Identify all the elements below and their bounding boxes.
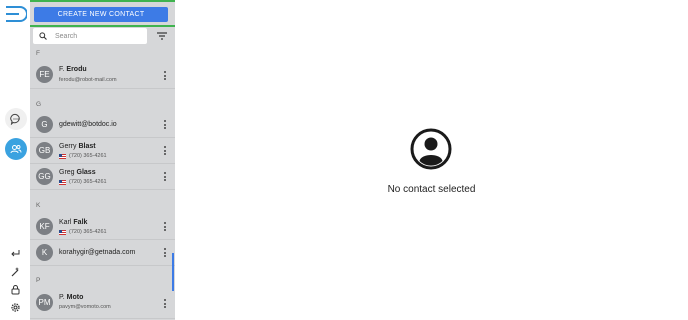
contact-row[interactable]: KF Karl Falk (720) 365-4261	[30, 214, 175, 240]
avatar: GG	[36, 168, 53, 185]
contact-row[interactable]: PM P. Moto pavym@vomoto.com	[30, 289, 175, 319]
search-placeholder: Search	[55, 32, 78, 40]
nav-chat-button[interactable]	[5, 108, 27, 130]
contact-name: F. Erodu	[59, 66, 87, 73]
more-options-icon[interactable]	[164, 120, 166, 129]
more-options-icon[interactable]	[164, 222, 166, 231]
contact-name: Karl Falk	[59, 219, 88, 226]
user-circle-icon	[410, 128, 452, 170]
logo-icon[interactable]	[5, 6, 27, 22]
contact-detail: (720) 365-4261	[59, 153, 107, 159]
search-input[interactable]: Search	[33, 28, 147, 44]
contact-detail: pavym@vomoto.com	[59, 304, 111, 310]
contact-email: gdewitt@botdoc.io	[59, 121, 117, 128]
scrollbar-thumb[interactable]	[172, 253, 174, 291]
section-letter: G	[36, 101, 42, 108]
lock-icon[interactable]	[10, 284, 21, 295]
contact-detail: ferodu@robot-mail.com	[59, 77, 117, 83]
contacts-panel: CREATE NEW CONTACT Search F FE F. Erodu …	[30, 0, 175, 320]
contact-name: Gerry Blast	[59, 143, 96, 150]
gear-icon[interactable]	[10, 302, 21, 313]
logout-icon[interactable]	[10, 248, 21, 259]
contact-row[interactable]: K korahygir@getnada.com	[30, 240, 175, 266]
contact-row[interactable]: GB Gerry Blast (720) 365-4261	[30, 138, 175, 164]
contact-detail: (720) 365-4261	[59, 229, 107, 235]
more-options-icon[interactable]	[164, 71, 166, 80]
section-letter: F	[36, 50, 40, 57]
avatar: PM	[36, 294, 53, 311]
contacts-icon	[10, 145, 22, 154]
contact-email: korahygir@getnada.com	[59, 249, 136, 256]
avatar: G	[36, 116, 53, 133]
contact-row[interactable]: FE F. Erodu ferodu@robot-mail.com	[30, 61, 175, 89]
filter-icon[interactable]	[156, 31, 168, 41]
more-options-icon[interactable]	[164, 172, 166, 181]
avatar: K	[36, 244, 53, 261]
create-new-contact-button[interactable]: CREATE NEW CONTACT	[34, 7, 168, 22]
search-icon	[39, 32, 47, 40]
nav-contacts-button[interactable]	[5, 138, 27, 160]
avatar: FE	[36, 66, 53, 83]
more-options-icon[interactable]	[164, 248, 166, 257]
contact-row[interactable]: G gdewitt@botdoc.io	[30, 112, 175, 138]
empty-state-text: No contact selected	[387, 184, 476, 195]
contact-name: P. Moto	[59, 294, 84, 301]
wand-icon[interactable]	[10, 266, 21, 277]
section-letter: P	[36, 277, 41, 284]
create-button-highlight: CREATE NEW CONTACT	[30, 0, 175, 27]
us-flag-icon	[59, 153, 66, 159]
us-flag-icon	[59, 229, 66, 235]
contact-name: Greg Glass	[59, 169, 96, 176]
nav-rail	[0, 0, 30, 320]
section-letter: K	[36, 202, 41, 209]
avatar: KF	[36, 218, 53, 235]
avatar: GB	[36, 142, 53, 159]
more-options-icon[interactable]	[164, 299, 166, 308]
chat-icon	[10, 113, 20, 125]
more-options-icon[interactable]	[164, 146, 166, 155]
